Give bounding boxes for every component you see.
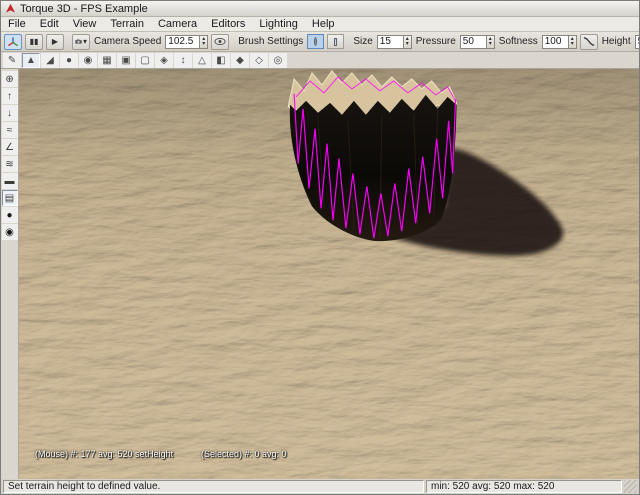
object-editor-icon[interactable]: ✎: [3, 53, 21, 68]
falloff-curve-button[interactable]: [580, 34, 598, 50]
brush-size-label: Size: [352, 36, 373, 47]
world-editor-button[interactable]: [4, 34, 22, 50]
camera-speed-input[interactable]: 102.5: [165, 35, 199, 49]
brush-pressure-input[interactable]: 50: [460, 35, 486, 49]
terrain-editor-icon[interactable]: ▲: [22, 53, 40, 68]
brush-softness-stepper: 100 ▴▾: [542, 35, 577, 49]
brush-pressure-label: Pressure: [415, 36, 457, 47]
square-brush-icon: [334, 38, 337, 46]
pause-icon: ▮▮: [30, 37, 39, 46]
terrain-scene: [19, 69, 639, 479]
titlebar[interactable]: Torque 3D - FPS Example: [1, 1, 639, 17]
brush-softness-label: Softness: [498, 36, 539, 47]
shape-editor-icon[interactable]: ◇: [250, 53, 268, 68]
menu-file[interactable]: File: [1, 17, 33, 32]
menu-terrain[interactable]: Terrain: [103, 17, 151, 32]
resize-grip[interactable]: [624, 480, 637, 493]
restore-terrain-tool[interactable]: ◉: [2, 224, 18, 240]
mesh-road-editor-icon[interactable]: ◈: [155, 53, 173, 68]
material-editor-icon[interactable]: ●: [60, 53, 78, 68]
camera-speed-label: Camera Speed: [93, 36, 162, 47]
round-brush-button[interactable]: [307, 34, 324, 49]
flatten-tool[interactable]: ▬: [2, 173, 18, 189]
menu-help[interactable]: Help: [305, 17, 342, 32]
raise-height-tool[interactable]: ↑: [2, 88, 18, 104]
sketch-tool-icon[interactable]: ◉: [79, 53, 97, 68]
decal-editor-icon[interactable]: ▣: [117, 53, 135, 68]
window-title: Torque 3D - FPS Example: [20, 3, 148, 15]
forest-editor-icon[interactable]: ▢: [136, 53, 154, 68]
brush-size-stepper: 15 ▴▾: [377, 35, 412, 49]
camera-speed-stepper: 102.5 ▴▾: [165, 35, 208, 49]
play-icon: ▶: [52, 37, 58, 46]
road-editor-icon[interactable]: ◆: [231, 53, 249, 68]
axis-gizmo-icon: [7, 36, 19, 48]
camera-menu-caret-icon: ▾: [83, 37, 87, 46]
square-brush-button[interactable]: [327, 34, 344, 49]
visibility-button[interactable]: [211, 34, 229, 50]
editor-body: ⊕ ↑ ↓ ≈ ∠ ≋ ▬ ▤ ● ◉: [1, 69, 639, 479]
pause-button[interactable]: ▮▮: [25, 34, 43, 50]
editor-palette: ✎ ▲ ◢ ● ◉ ▦ ▣ ▢ ◈ ↕ △ ◧ ◆ ◇ ◎: [1, 52, 639, 69]
menu-lighting[interactable]: Lighting: [252, 17, 305, 32]
menu-camera[interactable]: Camera: [151, 17, 204, 32]
main-toolbar: ▮▮ ▶ ▾ Camera Speed 102.5 ▴▾ Brush Setti: [1, 32, 639, 52]
round-brush-icon: [314, 37, 317, 46]
brush-settings-label: Brush Settings: [237, 36, 304, 47]
torque-logo-icon: [5, 3, 16, 14]
datablock-editor-icon[interactable]: ▦: [98, 53, 116, 68]
brush-softness-input[interactable]: 100: [542, 35, 568, 49]
status-message: Set terrain height to defined value.: [3, 480, 424, 493]
grab-terrain-tool[interactable]: ⊕: [2, 71, 18, 87]
brush-pressure-stepper: 50 ▴▾: [460, 35, 495, 49]
mission-area-editor-icon[interactable]: ↕: [174, 53, 192, 68]
brush-size-spinner[interactable]: ▴▾: [403, 35, 412, 49]
navigation-editor-icon[interactable]: ◎: [269, 53, 287, 68]
height-stepper: 520 ▴▾: [635, 35, 640, 49]
height-range-readout: min: 520 avg: 520 max: 520: [426, 480, 622, 493]
eye-icon: [214, 37, 226, 46]
menu-editors[interactable]: Editors: [204, 17, 252, 32]
brush-softness-spinner[interactable]: ▴▾: [568, 35, 577, 49]
menu-edit[interactable]: Edit: [33, 17, 66, 32]
height-input[interactable]: 520: [635, 35, 640, 49]
camera-menu-button[interactable]: ▾: [72, 34, 90, 50]
paint-noise-tool[interactable]: ≋: [2, 156, 18, 172]
smooth-slope-tool[interactable]: ∠: [2, 139, 18, 155]
camera-icon: [75, 37, 82, 46]
falloff-curve-icon: [583, 36, 595, 47]
play-button[interactable]: ▶: [46, 34, 64, 50]
lower-height-tool[interactable]: ↓: [2, 105, 18, 121]
set-height-tool[interactable]: ▤: [2, 190, 18, 206]
menu-view[interactable]: View: [66, 17, 104, 32]
brush-size-input[interactable]: 15: [377, 35, 403, 49]
height-label: Height: [601, 36, 632, 47]
terrain-viewport[interactable]: (Mouse) #: 177 avg: 520 setHeight (Selec…: [19, 69, 639, 479]
app-window: Torque 3D - FPS Example File Edit View T…: [0, 0, 640, 495]
statusbar: Set terrain height to defined value. min…: [1, 479, 639, 494]
terrain-painter-icon[interactable]: ◢: [41, 53, 59, 68]
particle-editor-icon[interactable]: △: [193, 53, 211, 68]
brush-pressure-spinner[interactable]: ▴▾: [486, 35, 495, 49]
camera-speed-spinner[interactable]: ▴▾: [199, 35, 208, 49]
terrain-tool-sidebar: ⊕ ↑ ↓ ≈ ∠ ≋ ▬ ▤ ● ◉: [1, 69, 19, 479]
river-editor-icon[interactable]: ◧: [212, 53, 230, 68]
menubar: File Edit View Terrain Camera Editors Li…: [1, 17, 639, 32]
smooth-tool[interactable]: ≈: [2, 122, 18, 138]
clear-terrain-tool[interactable]: ●: [2, 207, 18, 223]
